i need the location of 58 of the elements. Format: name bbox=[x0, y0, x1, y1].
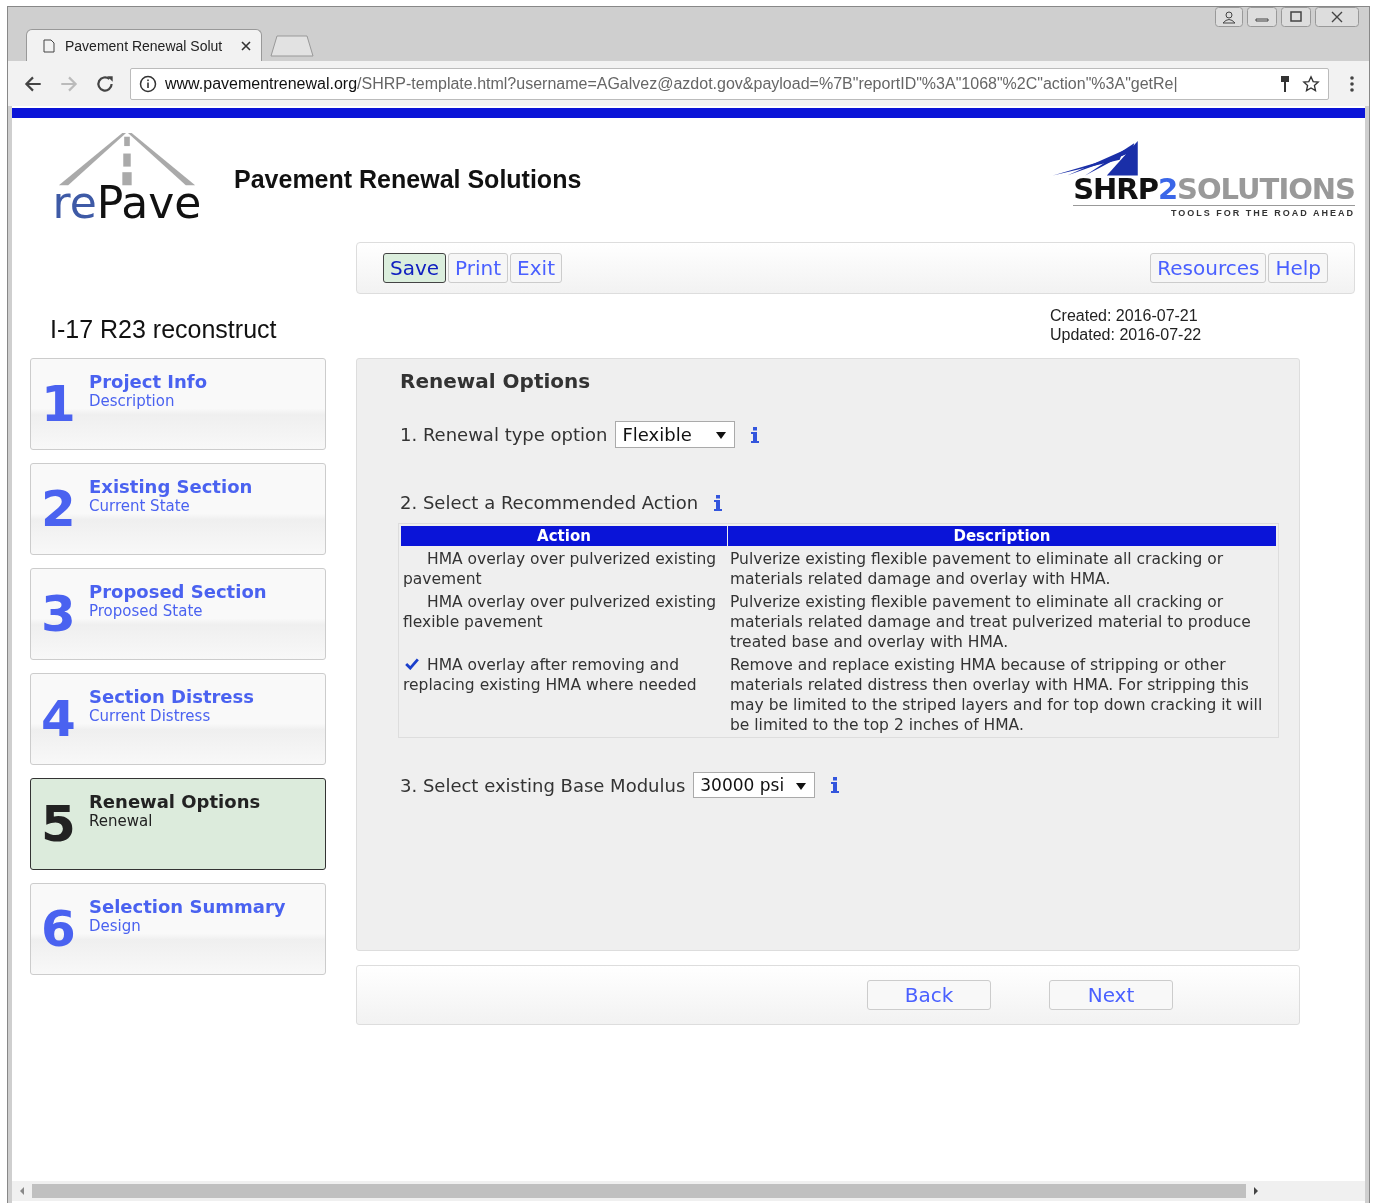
browser-tab[interactable]: Pavement Renewal Solut bbox=[26, 29, 262, 61]
step-title: Renewal Options bbox=[89, 790, 261, 812]
repave-logo: rePave bbox=[52, 133, 202, 225]
step-number: 5 bbox=[41, 795, 75, 853]
toolbar-button[interactable]: Print bbox=[448, 253, 509, 283]
menu-icon[interactable] bbox=[1349, 73, 1355, 94]
project-name: I-17 R23 reconstruct bbox=[50, 315, 278, 344]
step-title: Project Info bbox=[89, 370, 208, 392]
step-number: 1 bbox=[41, 375, 75, 433]
table-cell-text: Pulverize existing flexible pavement to eliminate all cracking or materials related damage and overlay with HMA. bbox=[729, 549, 1225, 589]
toolbar-button[interactable]: Exit bbox=[510, 253, 562, 283]
step-number: 6 bbox=[41, 900, 75, 958]
step-number: 3 bbox=[41, 585, 75, 643]
scroll-left-icon[interactable] bbox=[18, 1186, 26, 1196]
scroll-right-icon[interactable] bbox=[1252, 1186, 1260, 1196]
close-icon[interactable] bbox=[1315, 7, 1359, 27]
step-title: Selection Summary bbox=[89, 895, 286, 917]
sponsor-logo: SHRP2SOLUTIONS TOOLS FOR THE ROAD AHEAD bbox=[1041, 140, 1355, 218]
base-modulus-select[interactable]: 30000 psi bbox=[693, 772, 816, 798]
step-subtitle: Description bbox=[89, 391, 176, 410]
step-title: Existing Section bbox=[89, 475, 253, 497]
step-title: Proposed Section bbox=[89, 580, 267, 602]
app-title: Pavement Renewal Solutions bbox=[234, 164, 582, 194]
step-number: 4 bbox=[41, 690, 75, 748]
question-label: 1. Renewal type option bbox=[400, 424, 608, 445]
step-title: Section Distress bbox=[89, 685, 254, 707]
step-number: 2 bbox=[41, 480, 75, 538]
column-header: Action bbox=[401, 526, 727, 546]
action-option[interactable]: HMA overlay over pulverized existing pavement bbox=[401, 547, 727, 589]
toolbar-button[interactable]: Resources bbox=[1150, 253, 1267, 283]
panel-title: Renewal Options bbox=[400, 369, 592, 393]
table-cell-text: Remove and replace existing HMA because of stripping or other materials related distress then overlay with HMA. For stripping this may be limited to the striped layers and for top down cracking it will be limited to the top 2 inches of HMA. bbox=[729, 655, 1264, 735]
column-header: Description bbox=[728, 526, 1276, 546]
toolbar-button[interactable]: Help bbox=[1268, 253, 1328, 283]
action-option[interactable]: HMA overlay over pulverized existing flexible pavement bbox=[401, 590, 727, 652]
step-subtitle: Current Distress bbox=[89, 706, 212, 725]
step-subtitle: Design bbox=[89, 916, 142, 935]
address-bar[interactable]: www.pavementrenewal.org/SHRP-template.html?username=AGalvez@azdot.gov&payload=%7B"reportID"%3A"1068"%2C"action"%3A"getRe| bbox=[130, 67, 1329, 100]
question-label: 2. Select a Recommended Action bbox=[400, 492, 699, 513]
maximize-icon[interactable] bbox=[1281, 7, 1311, 27]
step-subtitle: Current State bbox=[89, 496, 191, 515]
checkmark-icon bbox=[405, 658, 419, 670]
action-option[interactable]: HMA overlay after removing and replacing existing HMA where needed bbox=[401, 653, 727, 735]
info-icon[interactable] bbox=[139, 74, 157, 93]
star-icon[interactable] bbox=[1302, 74, 1320, 93]
table-cell-text: Pulverize existing flexible pavement to eliminate all cracking or materials related damage and treat pulverized material to produce treated base and overlay with HMA. bbox=[729, 592, 1252, 652]
next-button[interactable]: Next bbox=[1049, 980, 1173, 1010]
updated-date: Updated: 2016-07-22 bbox=[1050, 325, 1202, 344]
page-icon bbox=[43, 38, 55, 53]
toolbar-button[interactable]: Save bbox=[383, 253, 447, 283]
back-button[interactable]: Back bbox=[867, 980, 991, 1010]
close-icon[interactable] bbox=[241, 40, 251, 51]
step-subtitle: Renewal bbox=[89, 811, 154, 830]
question-label: 3. Select existing Base Modulus bbox=[400, 774, 686, 796]
step-subtitle: Proposed State bbox=[89, 601, 204, 620]
renewal-type-select[interactable]: Flexible bbox=[615, 421, 736, 448]
user-icon[interactable] bbox=[1215, 7, 1243, 27]
created-date: Created: 2016-07-21 bbox=[1050, 306, 1199, 325]
